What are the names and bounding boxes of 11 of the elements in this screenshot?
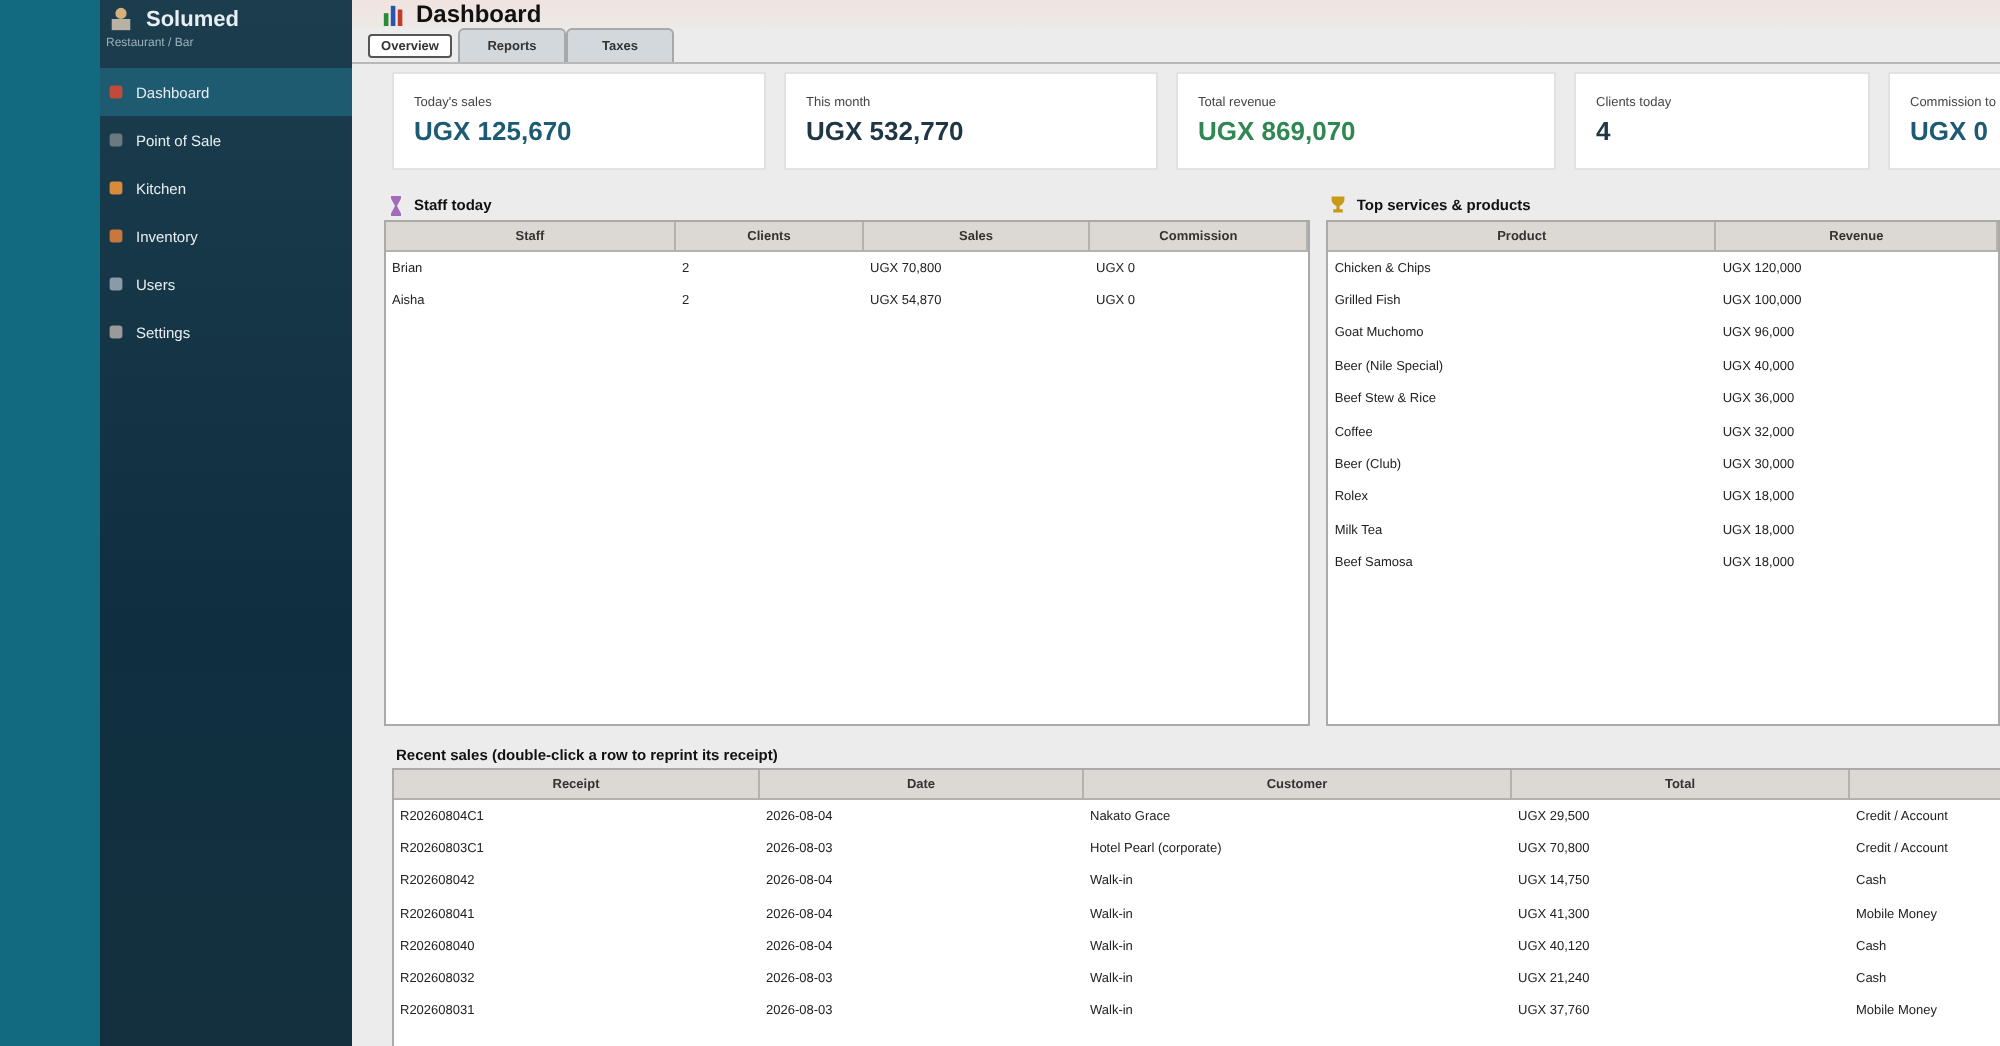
app-name: Solumed: [146, 7, 239, 31]
metric-value: UGX 532,770: [806, 116, 966, 146]
metric-value: UGX 869,070: [1198, 116, 1358, 146]
metric-value: UGX 125,670: [414, 116, 574, 146]
trophy-icon: [1330, 195, 1347, 215]
bar-chart-icon: [382, 3, 404, 25]
hourglass-icon: [388, 195, 404, 215]
cashier-icon: [108, 6, 134, 32]
metric-value: UGX 0: [1910, 116, 1991, 146]
page-title: Dashboard: [416, 0, 542, 28]
metric-value: 4: [1596, 116, 1613, 146]
